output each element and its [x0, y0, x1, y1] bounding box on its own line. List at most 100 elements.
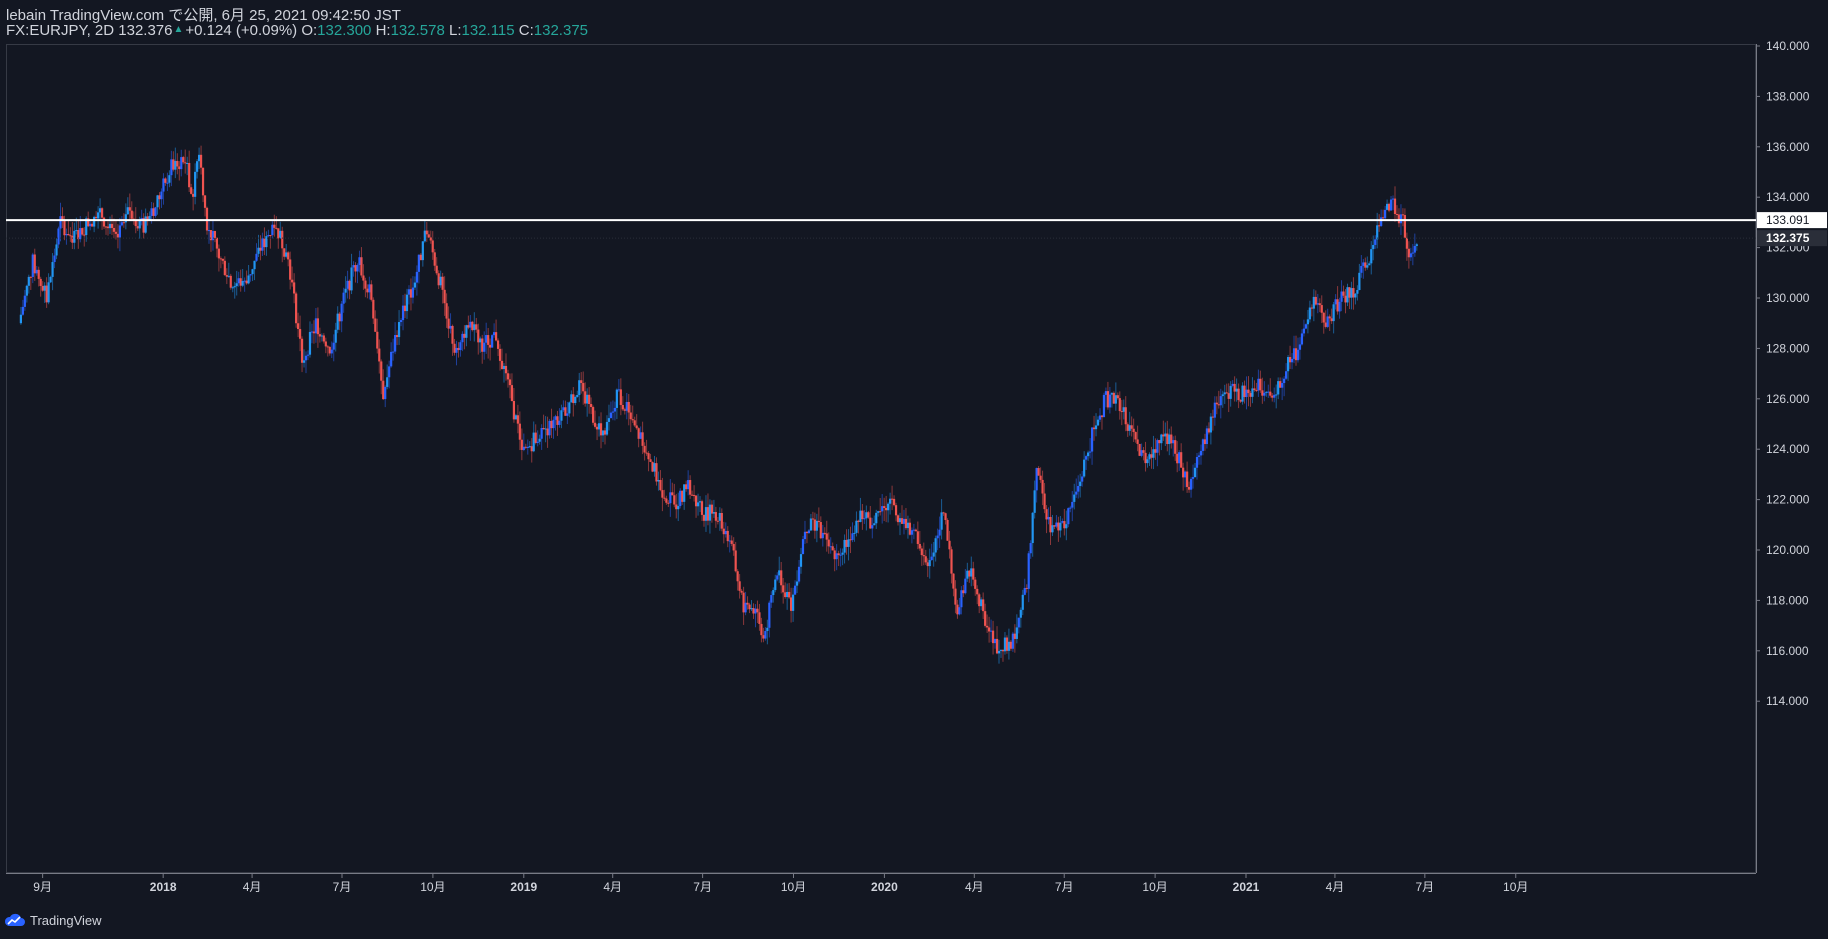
candle-body	[1148, 454, 1151, 460]
candle	[1273, 387, 1276, 403]
candle	[932, 542, 935, 567]
candle-body	[1415, 244, 1418, 246]
candle	[811, 511, 814, 531]
candle	[1393, 186, 1397, 222]
candle-body	[554, 416, 557, 420]
candle-body	[671, 492, 674, 496]
candle	[791, 587, 795, 622]
candle	[49, 275, 52, 283]
candle-body	[776, 575, 779, 580]
candle	[221, 258, 224, 265]
candle-body	[451, 325, 454, 344]
candle-body	[649, 459, 652, 462]
candle	[1298, 337, 1302, 360]
candle-body	[57, 228, 60, 245]
candle	[599, 412, 603, 449]
candle-body	[1150, 454, 1153, 458]
candle-body	[1027, 553, 1030, 589]
candle	[504, 353, 508, 381]
candle-body	[399, 320, 403, 323]
tradingview-brand: TradingView	[30, 912, 102, 928]
candle	[1385, 199, 1389, 211]
candle-body	[65, 234, 68, 236]
candle-body	[722, 528, 725, 535]
candle-body	[479, 338, 482, 343]
candle-body	[786, 591, 789, 598]
candle-body	[504, 365, 508, 374]
candle-body	[982, 599, 985, 612]
candle-body	[100, 208, 104, 218]
candle-body	[1395, 214, 1399, 216]
candle-body	[665, 498, 668, 503]
candle	[1318, 298, 1321, 313]
candle	[304, 351, 308, 374]
candle-body	[455, 347, 458, 353]
candle	[1403, 208, 1407, 238]
candle-body	[409, 289, 413, 298]
candle	[1283, 376, 1286, 397]
candle	[188, 150, 191, 193]
time-tick-label: 10月	[1503, 880, 1528, 894]
candle	[669, 479, 672, 517]
candle-body	[835, 553, 838, 560]
candle	[706, 493, 710, 526]
candle-body	[249, 274, 252, 276]
candle-body	[502, 365, 506, 370]
candle-body	[1368, 263, 1371, 266]
candle-body	[1134, 432, 1137, 440]
candle	[578, 372, 581, 403]
candle	[1348, 287, 1351, 309]
candle	[384, 385, 387, 408]
time-axis[interactable]: 9月 2018 4月 7月 10月 2019 4月 7月 10月 2020 4月 7月 10月 2021 4…	[33, 873, 1528, 894]
candle-body	[791, 594, 795, 611]
candle-body	[1075, 491, 1078, 495]
candle-body	[1384, 209, 1387, 219]
candle	[900, 505, 904, 524]
candle	[100, 207, 104, 230]
candle	[1015, 614, 1018, 644]
candle-body	[530, 446, 533, 452]
candle-body	[714, 512, 717, 521]
candle	[1245, 376, 1248, 410]
candle	[441, 272, 444, 304]
candle-body	[825, 533, 828, 540]
candle-body	[1257, 378, 1260, 391]
candle	[346, 270, 349, 299]
candle-body	[710, 504, 714, 514]
candle	[906, 515, 910, 539]
candle	[1071, 491, 1074, 522]
candle	[793, 580, 797, 595]
candle	[645, 439, 648, 456]
candle	[930, 543, 933, 561]
candle-body	[627, 401, 630, 413]
candle	[1217, 390, 1220, 409]
candle	[1138, 443, 1141, 457]
candle-body	[700, 501, 704, 515]
candle	[867, 510, 870, 519]
price-axis[interactable]: 140.000138.000136.000134.000132.000130.0…	[1756, 39, 1810, 708]
candle	[1045, 505, 1048, 534]
candle	[950, 546, 953, 584]
candle	[829, 537, 832, 554]
candle	[752, 603, 755, 619]
candle	[289, 251, 292, 290]
candle-body	[922, 555, 925, 557]
candle-body	[706, 507, 710, 521]
candle	[1209, 413, 1212, 445]
candle-body	[597, 423, 601, 430]
price-chart[interactable]: 140.000138.000136.000134.000132.000130.0…	[0, 0, 1828, 939]
candle-body	[1110, 392, 1113, 395]
candle	[964, 568, 967, 595]
candle-body	[756, 608, 759, 613]
candle-body	[1292, 348, 1296, 359]
candle-body	[645, 452, 648, 454]
candle-body	[978, 594, 981, 607]
candle	[261, 232, 264, 257]
candle	[552, 416, 555, 439]
candle	[768, 600, 771, 638]
candle-body	[35, 269, 38, 274]
candle	[431, 231, 434, 260]
candle-body	[158, 195, 161, 200]
candle-body	[1178, 452, 1181, 464]
candle	[1308, 300, 1311, 323]
